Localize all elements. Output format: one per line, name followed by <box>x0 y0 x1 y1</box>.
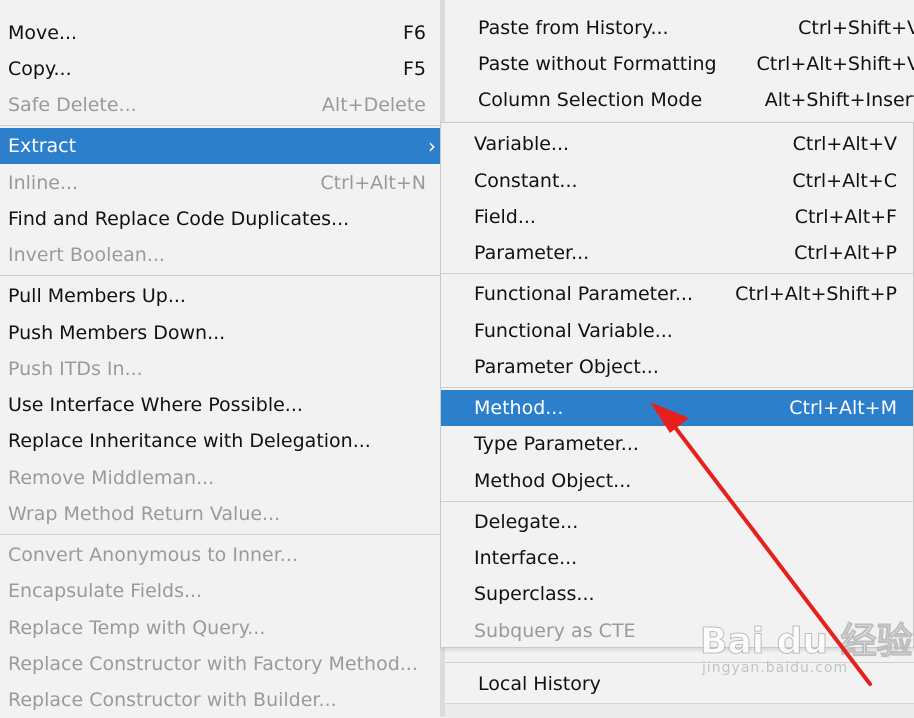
menu-item-label: Extract <box>8 135 77 157</box>
menu-item-move[interactable]: Move... F6 <box>0 15 440 51</box>
menu-item-label: Delegate... <box>474 511 579 533</box>
menu-item-label: Functional Parameter... <box>474 283 694 305</box>
menu-item-label: Remove Middleman... <box>8 467 215 489</box>
menu-item-label: Method Object... <box>474 470 632 492</box>
menu-item-label: Method... <box>474 397 564 419</box>
menu-item-label: Replace Temp with Query... <box>8 617 266 639</box>
menu-item-wrap-method-return[interactable]: Wrap Method Return Value... <box>0 496 440 532</box>
menu-item-shortcut: Ctrl+Alt+M <box>789 397 897 419</box>
menu-separator <box>441 273 913 274</box>
menu-item-push-members-down[interactable]: Push Members Down... <box>0 315 440 351</box>
submenu-item-interface[interactable]: Interface... <box>441 540 913 576</box>
menu-item-paste-from-history[interactable]: Paste from History... Ctrl+Shift+V <box>445 10 914 46</box>
menu-item-shortcut: Alt+Delete <box>321 94 426 116</box>
menu-item-label: Pull Members Up... <box>8 285 186 307</box>
menu-item-label: Replace Constructor with Builder... <box>8 689 337 711</box>
menu-item-shortcut: Ctrl+Shift+V <box>798 17 914 39</box>
menu-item-use-interface[interactable]: Use Interface Where Possible... <box>0 387 440 423</box>
submenu-item-superclass[interactable]: Superclass... <box>441 576 913 612</box>
menu-item-push-itds-in[interactable]: Push ITDs In... <box>0 351 440 387</box>
menu-item-shortcut: F6 <box>402 22 426 44</box>
submenu-item-delegate[interactable]: Delegate... <box>441 504 913 540</box>
menu-item-label: Subquery as CTE <box>474 620 636 642</box>
menu-item-replace-constructor-factory[interactable]: Replace Constructor with Factory Method.… <box>0 646 440 682</box>
menu-item-shortcut: Ctrl+Alt+N <box>320 172 426 194</box>
menu-item-label: Variable... <box>474 133 570 155</box>
submenu-item-variable[interactable]: Variable... Ctrl+Alt+V <box>441 126 913 162</box>
menu-item-label: Convert Anonymous to Inner... <box>8 544 298 566</box>
menu-item-label: Use Interface Where Possible... <box>8 394 303 416</box>
menu-item-label: Inline... <box>8 172 79 194</box>
menu-item-label: Parameter... <box>474 242 590 264</box>
menu-item-label: Field... <box>474 206 536 228</box>
menu-item-replace-constructor-builder[interactable]: Replace Constructor with Builder... <box>0 682 440 718</box>
menu-item-label: Type Parameter... <box>474 433 639 455</box>
menu-item-shortcut: Alt+Shift+Insert <box>764 89 914 111</box>
menu-item-label: Paste without Formatting <box>478 53 717 75</box>
menu-separator <box>441 387 913 388</box>
menu-item-replace-temp[interactable]: Replace Temp with Query... <box>0 610 440 646</box>
menu-separator <box>0 275 440 276</box>
extract-submenu: Variable... Ctrl+Alt+V Constant... Ctrl+… <box>440 122 914 648</box>
menu-item-label: Functional Variable... <box>474 320 673 342</box>
menu-item-label: Find and Replace Code Duplicates... <box>8 208 350 230</box>
menu-item-column-selection-mode[interactable]: Column Selection Mode Alt+Shift+Insert <box>445 82 914 118</box>
menu-separator <box>0 125 440 126</box>
submenu-item-constant[interactable]: Constant... Ctrl+Alt+C <box>441 163 913 199</box>
menu-item-label: Replace Constructor with Factory Method.… <box>8 653 418 675</box>
submenu-item-method[interactable]: Method... Ctrl+Alt+M <box>441 390 913 426</box>
menu-item-label: Copy... <box>8 58 72 80</box>
menu-item-label: Paste from History... <box>478 17 669 39</box>
menu-separator <box>0 534 440 535</box>
submenu-item-method-object[interactable]: Method Object... <box>441 463 913 499</box>
submenu-item-functional-parameter[interactable]: Functional Parameter... Ctrl+Alt+Shift+P <box>441 276 913 312</box>
menu-item-convert-anonymous[interactable]: Convert Anonymous to Inner... <box>0 537 440 573</box>
menu-separator <box>441 501 913 502</box>
menu-item-find-replace-duplicates[interactable]: Find and Replace Code Duplicates... <box>0 201 440 237</box>
menu-item-paste-without-formatting[interactable]: Paste without Formatting Ctrl+Alt+Shift+… <box>445 46 914 82</box>
menu-item-inline[interactable]: Inline... Ctrl+Alt+N <box>0 165 440 201</box>
menu-item-label: Wrap Method Return Value... <box>8 503 281 525</box>
menu-item-label: Move... <box>8 22 78 44</box>
menu-item-label: Superclass... <box>474 583 595 605</box>
menu-item-shortcut: Ctrl+Alt+F <box>794 206 897 228</box>
menu-item-label: Safe Delete... <box>8 94 137 116</box>
menu-item-pull-members-up[interactable]: Pull Members Up... <box>0 278 440 314</box>
refactor-menu: Move... F6 Copy... F5 Safe Delete... Alt… <box>0 0 440 717</box>
menu-item-label: Interface... <box>474 547 578 569</box>
menu-item-copy[interactable]: Copy... F5 <box>0 51 440 87</box>
menu-item-shortcut: Ctrl+Alt+V <box>792 133 897 155</box>
menu-item-shortcut: F5 <box>402 58 426 80</box>
menu-item-label: Constant... <box>474 170 578 192</box>
submenu-item-parameter-object[interactable]: Parameter Object... <box>441 349 913 385</box>
menu-item-shortcut: Ctrl+Alt+C <box>792 170 897 192</box>
menu-item-label: Replace Inheritance with Delegation... <box>8 430 371 452</box>
menu-item-safe-delete[interactable]: Safe Delete... Alt+Delete <box>0 87 440 123</box>
menu-item-shortcut: Ctrl+Alt+Shift+P <box>735 283 897 305</box>
menu-item-extract[interactable]: Extract › <box>0 128 440 164</box>
menu-item-shortcut: Ctrl+Alt+P <box>794 242 897 264</box>
menu-item-label: Invert Boolean... <box>8 244 165 266</box>
menu-item-invert-boolean[interactable]: Invert Boolean... <box>0 237 440 273</box>
menu-item-label: Parameter Object... <box>474 356 659 378</box>
menu-item-remove-middleman[interactable]: Remove Middleman... <box>0 460 440 496</box>
menu-item-replace-inheritance[interactable]: Replace Inheritance with Delegation... <box>0 423 440 459</box>
menu-item-label: Push Members Down... <box>8 322 226 344</box>
watermark-logo: Bai du 经验 <box>700 621 914 663</box>
menu-item-label: Local History <box>478 673 601 695</box>
submenu-item-parameter[interactable]: Parameter... Ctrl+Alt+P <box>441 235 913 271</box>
submenu-item-field[interactable]: Field... Ctrl+Alt+F <box>441 199 913 235</box>
menu-item-label: Column Selection Mode <box>478 89 703 111</box>
menu-item-shortcut: Ctrl+Alt+Shift+V <box>756 53 914 75</box>
watermark: Bai du 经验 jingyan.baidu.com <box>700 612 914 677</box>
submenu-item-functional-variable[interactable]: Functional Variable... <box>441 313 913 349</box>
chevron-right-icon: › <box>428 134 436 158</box>
menu-item-label: Push ITDs In... <box>8 358 143 380</box>
next-menu-item-partial <box>445 703 914 718</box>
menu-item-encapsulate-fields[interactable]: Encapsulate Fields... <box>0 573 440 609</box>
submenu-item-type-parameter[interactable]: Type Parameter... <box>441 426 913 462</box>
menu-item-label: Encapsulate Fields... <box>8 580 203 602</box>
